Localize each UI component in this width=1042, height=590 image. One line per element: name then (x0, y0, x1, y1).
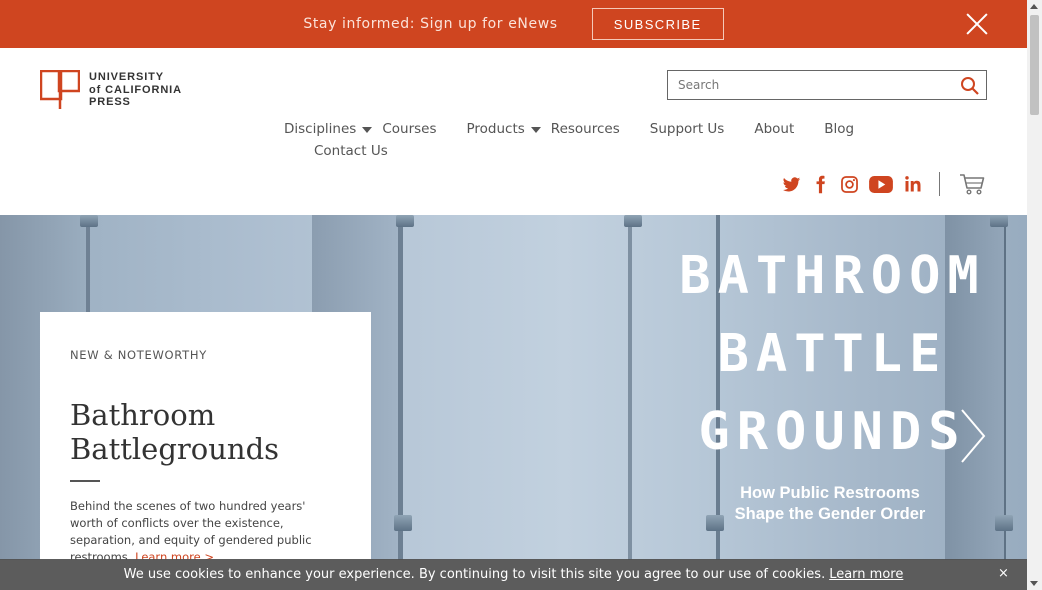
card-title[interactable]: Bathroom Battlegrounds (70, 398, 350, 466)
search-box (667, 70, 987, 100)
book-title-line-3: GROUNDS (698, 402, 967, 462)
chevron-down-icon (530, 126, 541, 133)
search-input[interactable] (668, 71, 948, 99)
cookie-notice: We use cookies to enhance your experienc… (0, 559, 1027, 590)
book-subtitle-line-2: Shape the Gender Order (734, 505, 926, 523)
cart-icon[interactable] (959, 173, 985, 195)
subscribe-button[interactable]: SUBSCRIBE (591, 8, 724, 40)
linkedin-icon[interactable] (902, 173, 924, 195)
stall-edge (628, 215, 632, 560)
facebook-icon[interactable] (809, 173, 831, 195)
logo-text: UNIVERSITY of CALIFORNIA PRESS (89, 71, 182, 109)
card-divider (70, 480, 100, 482)
twitter-icon[interactable] (780, 173, 802, 195)
nav-disciplines[interactable]: Disciplines (284, 121, 373, 137)
nav-contact-us[interactable]: Contact Us (314, 143, 388, 159)
book-title-line-1: BATHROOM (679, 246, 986, 306)
nav-resources[interactable]: Resources (551, 121, 620, 137)
card-eyebrow: NEW & NOTEWORTHY (70, 348, 207, 362)
featured-book-card: NEW & NOTEWORTHY Bathroom Battlegrounds … (40, 312, 371, 560)
hinge (80, 215, 98, 227)
nav-blog[interactable]: Blog (824, 121, 854, 137)
nav-about[interactable]: About (754, 121, 794, 137)
logo-line-2: of CALIFORNIA (89, 83, 182, 96)
page: Stay informed: Sign up for eNews SUBSCRI… (0, 0, 1042, 590)
cookie-close-icon[interactable]: × (998, 566, 1009, 581)
hinge (995, 515, 1013, 531)
social-links (780, 172, 985, 196)
hero-carousel: NEW & NOTEWORTHY Bathroom Battlegrounds … (0, 215, 1027, 560)
nav-disciplines-label: Disciplines (284, 121, 357, 137)
scrollbar-thumb[interactable] (1030, 15, 1039, 115)
page-scrollbar[interactable] (1027, 0, 1042, 590)
scroll-up-icon[interactable] (1030, 4, 1038, 9)
nav-products[interactable]: Products (467, 121, 541, 137)
book-cover-subtitle: How Public Restrooms Shape the Gender Or… (690, 483, 970, 525)
ucpress-logo-icon (40, 70, 80, 109)
logo-line-3: PRESS (89, 96, 131, 108)
scroll-down-icon[interactable] (1030, 581, 1038, 586)
hinge (624, 215, 642, 227)
enews-banner: Stay informed: Sign up for eNews SUBSCRI… (0, 0, 1027, 48)
ucpress-logo[interactable]: UNIVERSITY of CALIFORNIA PRESS (40, 70, 182, 110)
card-description: Behind the scenes of two hundred years' … (70, 498, 332, 560)
instagram-icon[interactable] (838, 173, 860, 195)
main-nav: Disciplines Courses Products Resources S… (284, 118, 924, 162)
logo-line-1: UNIVERSITY (89, 71, 165, 83)
nav-products-label: Products (466, 121, 525, 137)
banner-close-icon[interactable] (965, 12, 989, 36)
nav-support-us[interactable]: Support Us (650, 121, 725, 137)
stall-edge (398, 215, 403, 560)
youtube-icon[interactable] (867, 173, 895, 195)
stall-edge (1004, 215, 1006, 560)
hinge (990, 215, 1008, 227)
hinge (394, 515, 412, 531)
nav-courses[interactable]: Courses (382, 121, 436, 137)
book-subtitle-line-1: How Public Restrooms (740, 484, 920, 502)
search-icon[interactable] (960, 76, 980, 96)
cookie-message: We use cookies to enhance your experienc… (123, 567, 826, 582)
book-title-line-2: BATTLE (717, 324, 948, 384)
cookie-learn-more-link[interactable]: Learn more (829, 567, 903, 582)
chevron-down-icon (362, 126, 373, 133)
carousel-next-icon[interactable] (956, 404, 990, 468)
social-divider (939, 172, 940, 196)
book-cover-title: BATHROOM BATTLE GROUNDS (670, 237, 995, 471)
enews-message: Stay informed: Sign up for eNews (303, 16, 558, 32)
hinge (396, 215, 414, 227)
